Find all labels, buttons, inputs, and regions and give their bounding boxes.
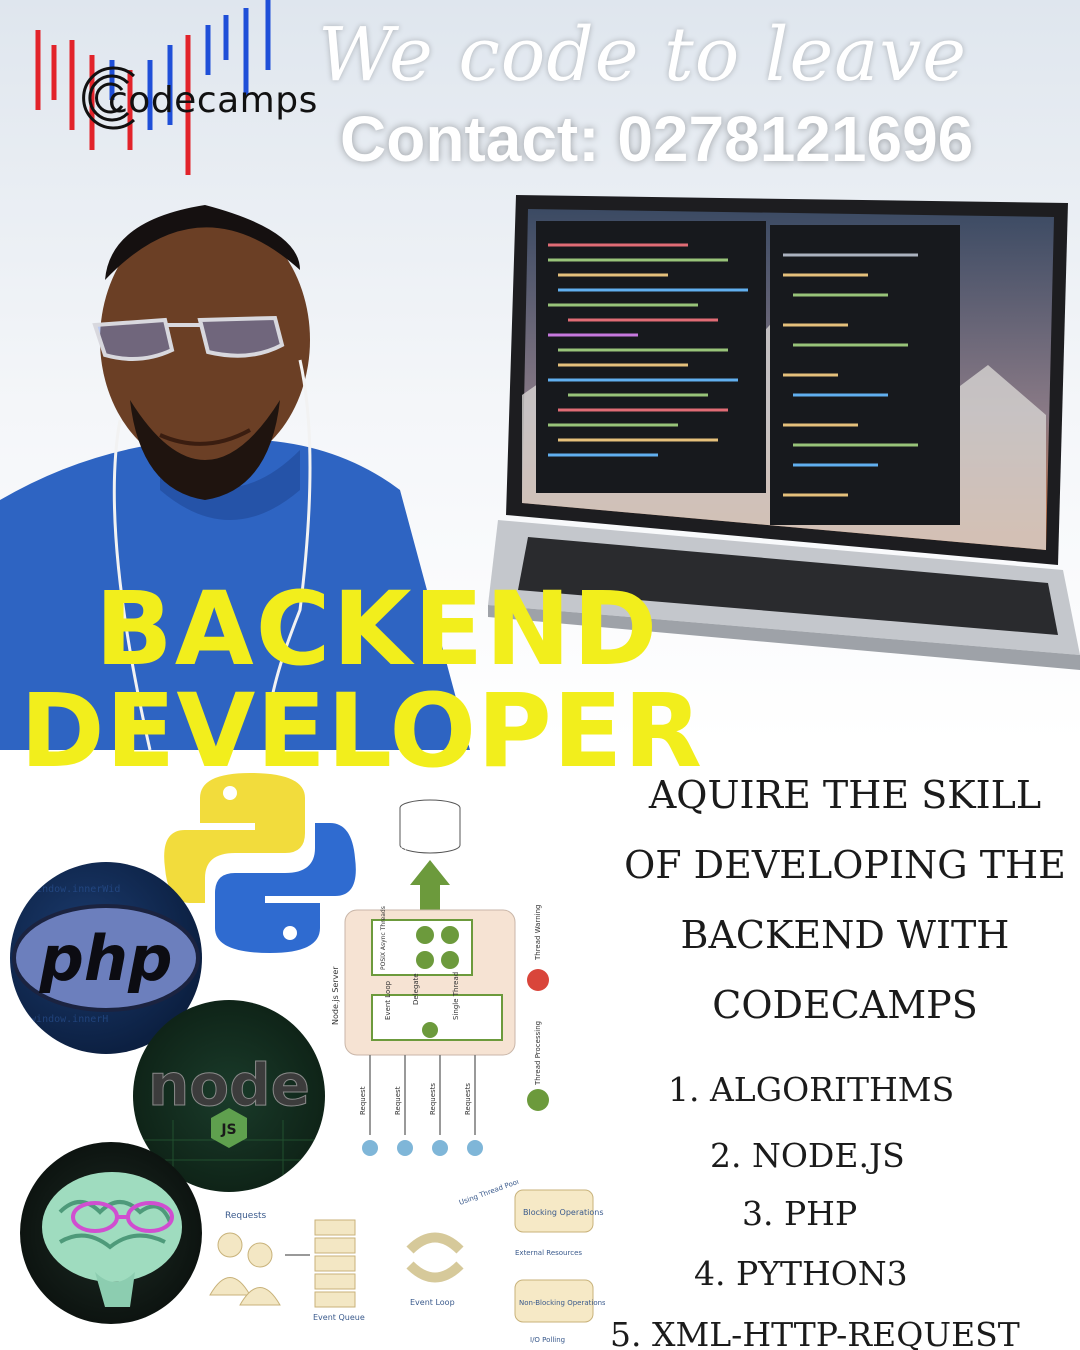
nonblocking-label: Non-Blocking Operations (519, 1299, 605, 1307)
brain-badge (20, 1142, 202, 1324)
server-label: Node.js Server (331, 966, 340, 1025)
requests-label: Requests (429, 1083, 437, 1115)
io-label: Non-blocking IO (400, 846, 408, 902)
external-label: External Resources (515, 1249, 582, 1257)
php-text: php (39, 922, 173, 995)
event-loop-label: Event Loop (410, 1298, 455, 1307)
request-label: Request (394, 1086, 402, 1115)
single-thread-label: Single Thread (452, 972, 460, 1020)
nodejs-architecture-diagram: Non-blocking IO Node.js Server Event Loo… (331, 799, 549, 1156)
requests-label: Requests (464, 1083, 472, 1115)
thread-warning-label: Thread Warning (534, 905, 542, 961)
brand-name: codecamps (108, 80, 318, 121)
list-item: 5. XML-HTTP-REQUEST (610, 1315, 1020, 1350)
contact-line: Contact: 0278121696 (340, 103, 974, 175)
svg-text:f window.innerWid: f window.innerWid (18, 884, 120, 895)
requests-label: Requests (225, 1211, 267, 1221)
event-loop-diagram: Requests Event Queue Event Loop Using Th… (209, 1180, 605, 1344)
thread-processing-label: Thread Processing (534, 1021, 542, 1086)
posix-label: POSIX Async Threads (380, 906, 387, 970)
event-loop-label: Event Loop (384, 980, 392, 1020)
blocking-label: Blocking Operations (523, 1208, 604, 1217)
thread-pool-label: Using Thread Pool (458, 1180, 520, 1207)
pitch-line: BACKEND WITH (680, 913, 1010, 957)
list-item: 4. PYTHON3 (694, 1254, 908, 1293)
list-item: 3. PHP (742, 1194, 858, 1233)
event-queue-label: Event Queue (313, 1313, 365, 1322)
headline-line2: DEVELOPER (20, 672, 704, 791)
delegate-label: Delegate (412, 973, 420, 1005)
svg-text:= window.innerH: = window.innerH (18, 1014, 108, 1025)
brain-icon (42, 1172, 182, 1307)
io-polling-label: I/O Polling (530, 1336, 565, 1344)
node-js-text: JS (220, 1122, 236, 1138)
pitch-line: CODECAMPS (712, 983, 978, 1027)
list-item: 1. ALGORITHMS (668, 1070, 955, 1109)
pitch-line: OF DEVELOPING THE (624, 843, 1066, 887)
request-label: Request (359, 1086, 367, 1115)
pitch-line: AQUIRE THE SKILL (648, 773, 1042, 817)
poster: codecamps We code to leave Contact: 0278… (0, 0, 1080, 1350)
tagline: We code to leave (318, 12, 968, 98)
list-item: 2. NODE.JS (710, 1136, 905, 1175)
pitch-text: AQUIRE THE SKILL OF DEVELOPING THE BACKE… (610, 760, 1080, 1040)
